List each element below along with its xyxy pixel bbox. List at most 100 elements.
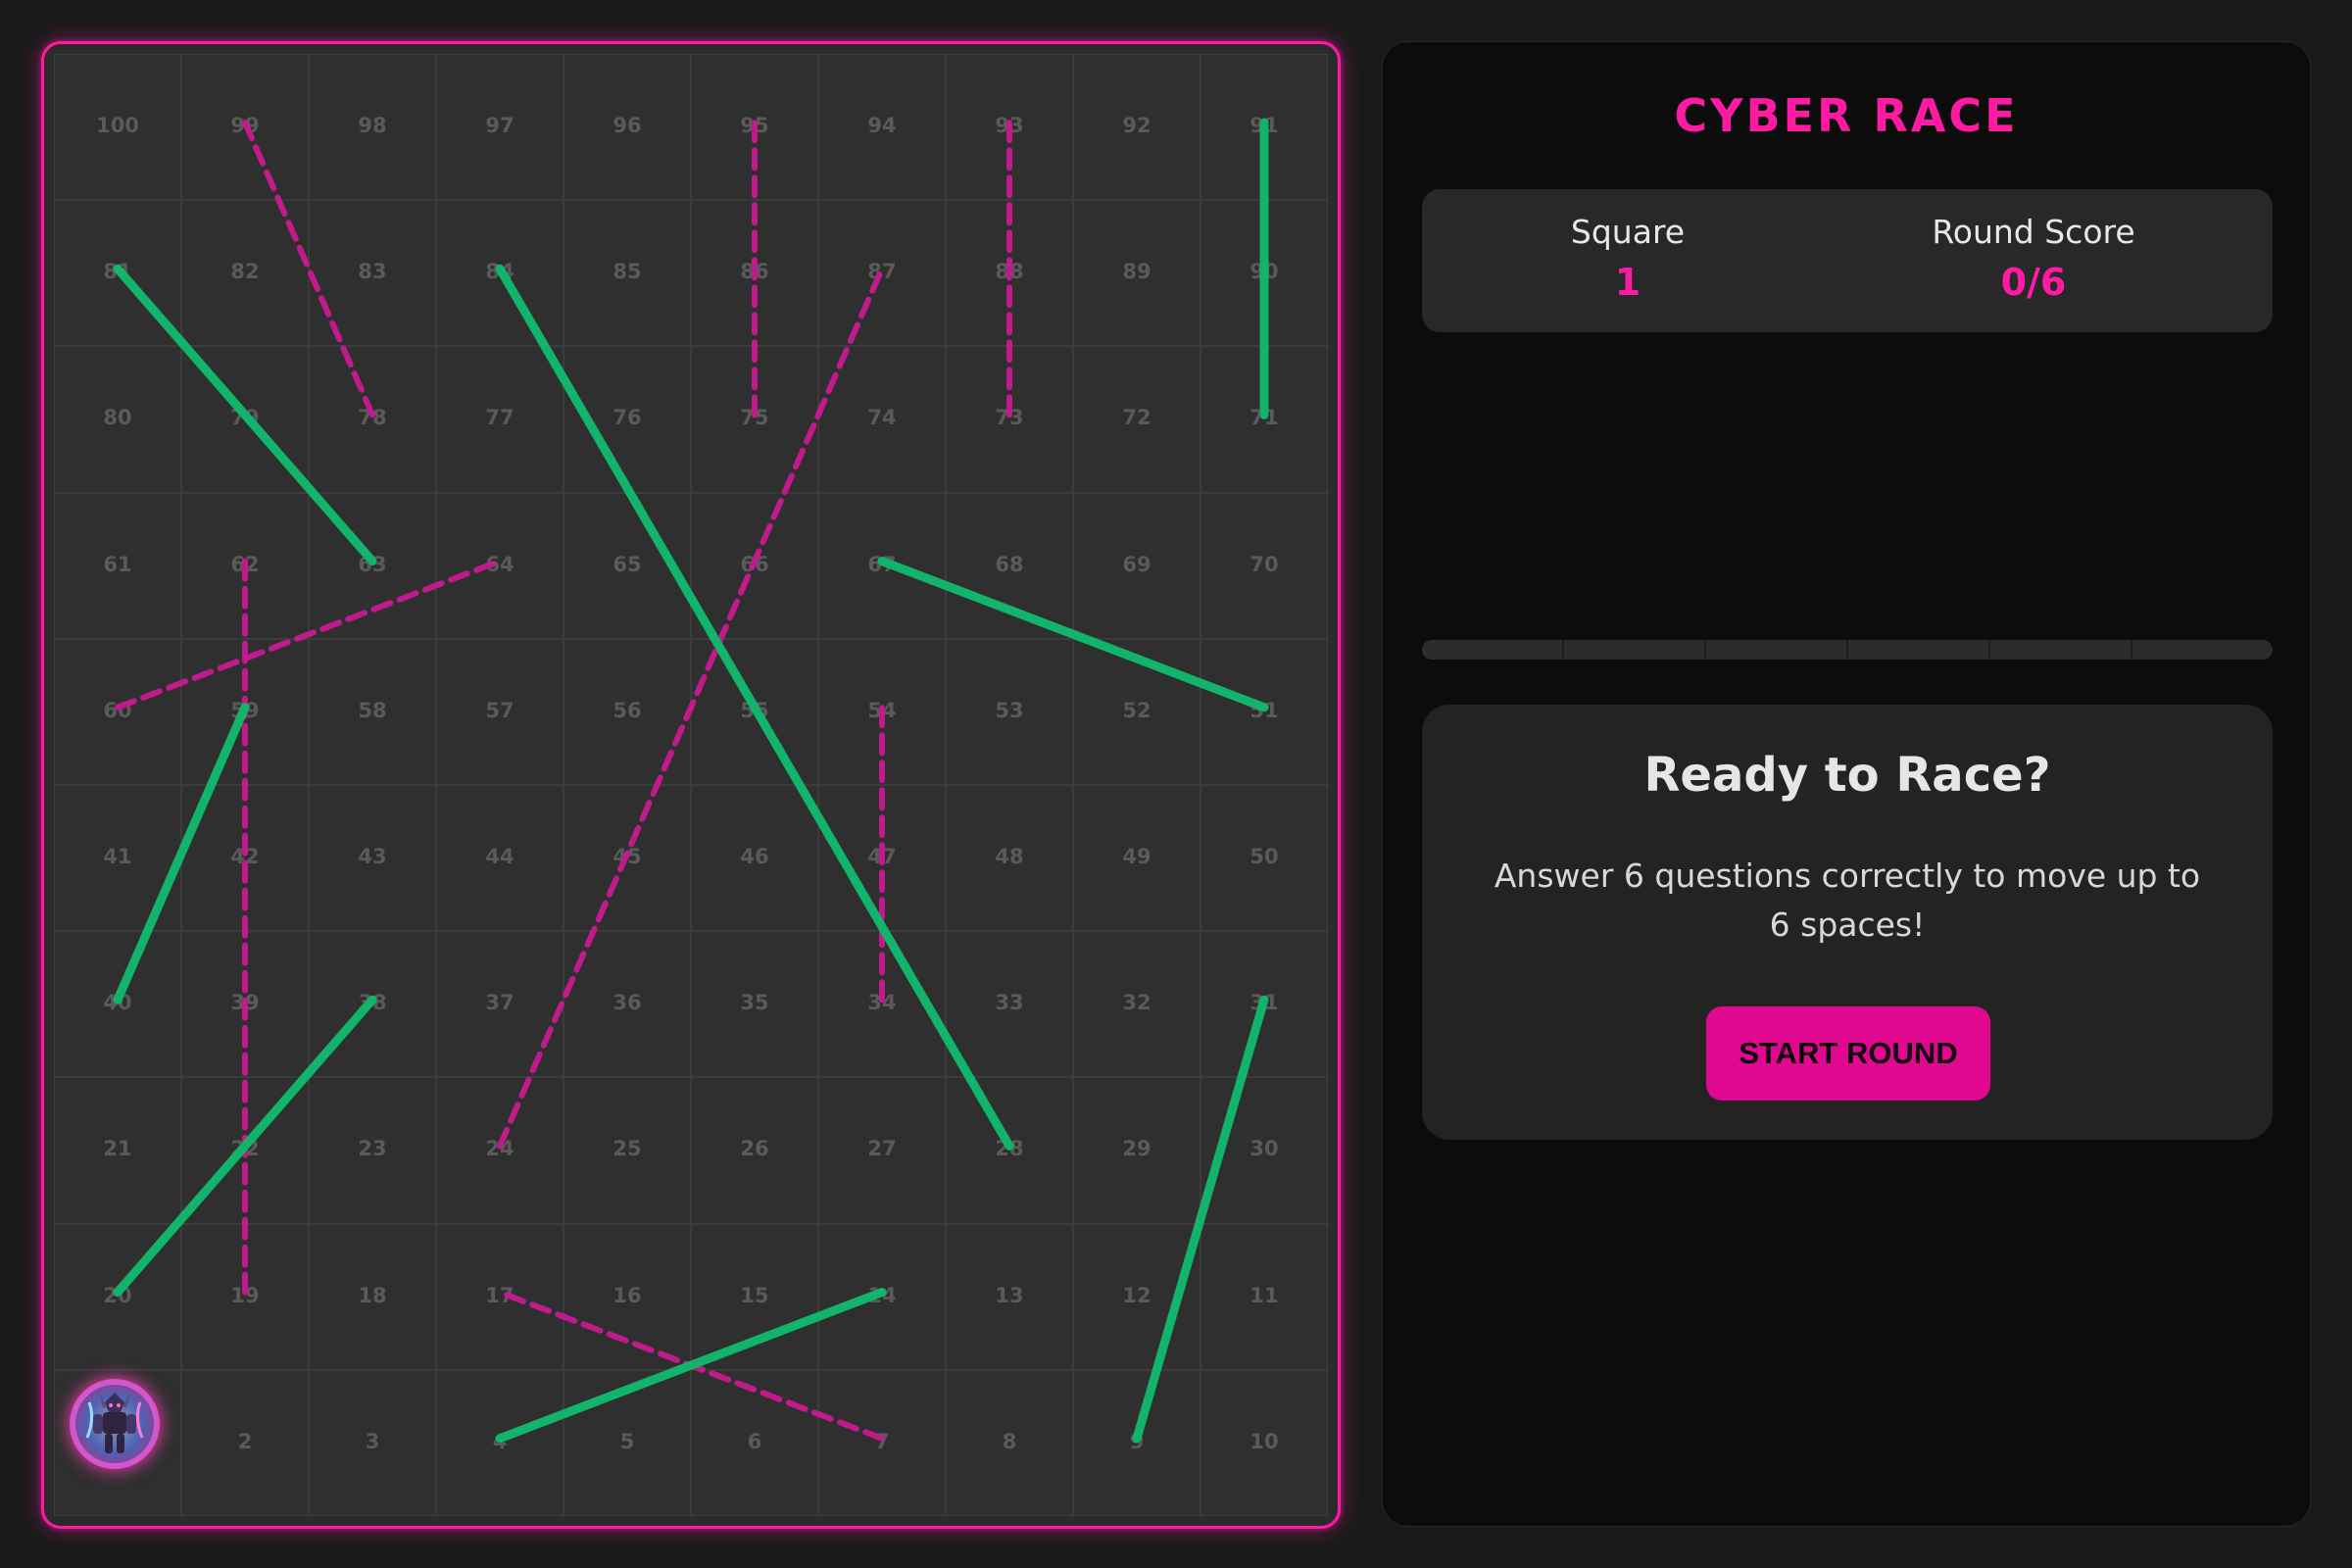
square-number: 59 [230, 698, 260, 722]
board-square-82: 82 [181, 200, 309, 347]
square-number: 35 [740, 991, 769, 1015]
square-number: 49 [1122, 844, 1152, 868]
square-number: 17 [485, 1283, 514, 1307]
game-screen: 100 99 98 97 96 95 94 93 92 91 81 82 83 84 85 86 87 88 89 9… [0, 0, 2352, 1568]
square-number: 82 [230, 260, 260, 284]
board-square-26: 26 [691, 1077, 818, 1224]
board-square-60: 60 [54, 638, 181, 785]
board-square-28: 28 [946, 1077, 1073, 1224]
board-square-15: 15 [691, 1223, 818, 1370]
square-number: 22 [230, 1137, 260, 1161]
square-number: 93 [995, 114, 1024, 137]
square-number: 55 [740, 698, 769, 722]
progress-segment [1990, 640, 2132, 660]
board-square-21: 21 [54, 1077, 181, 1224]
board-square-9: 9 [1073, 1369, 1200, 1516]
square-number: 28 [995, 1137, 1024, 1161]
square-number: 53 [995, 698, 1024, 722]
square-number: 64 [485, 552, 514, 576]
board-square-63: 63 [309, 492, 436, 639]
board-square-35: 35 [691, 931, 818, 1078]
square-number: 97 [485, 114, 514, 137]
square-number: 78 [358, 406, 387, 430]
game-title: CYBER RACE [1674, 89, 2019, 142]
square-number: 29 [1122, 1137, 1152, 1161]
board-square-70: 70 [1200, 492, 1328, 639]
ready-title: Ready to Race? [1643, 748, 2051, 803]
square-number: 7 [874, 1429, 890, 1453]
square-number: 32 [1122, 991, 1152, 1015]
board-square-31: 31 [1200, 931, 1328, 1078]
board-square-67: 67 [818, 492, 946, 639]
board-square-30: 30 [1200, 1077, 1328, 1224]
board-square-71: 71 [1200, 346, 1328, 493]
board-square-19: 19 [181, 1223, 309, 1370]
board-square-43: 43 [309, 784, 436, 932]
square-number: 25 [612, 1137, 642, 1161]
square-number: 70 [1250, 552, 1279, 576]
board-square-37: 37 [436, 931, 564, 1078]
board-square-88: 88 [946, 200, 1073, 347]
board-square-75: 75 [691, 346, 818, 493]
square-number: 34 [867, 991, 897, 1015]
game-board: 100 99 98 97 96 95 94 93 92 91 81 82 83 84 85 86 87 88 89 9… [41, 41, 1341, 1529]
square-number: 98 [358, 114, 387, 137]
square-number: 60 [103, 698, 132, 722]
board-square-5: 5 [564, 1369, 691, 1516]
square-number: 87 [867, 260, 897, 284]
board-square-62: 62 [181, 492, 309, 639]
square-number: 99 [230, 114, 260, 137]
board-square-58: 58 [309, 638, 436, 785]
board-square-78: 78 [309, 346, 436, 493]
board-square-69: 69 [1073, 492, 1200, 639]
board-square-22: 22 [181, 1077, 309, 1224]
board-square-89: 89 [1073, 200, 1200, 347]
board-square-25: 25 [564, 1077, 691, 1224]
board-square-40: 40 [54, 931, 181, 1078]
board-square-36: 36 [564, 931, 691, 1078]
start-round-button[interactable]: START ROUND [1706, 1006, 1990, 1101]
square-number: 11 [1250, 1283, 1279, 1307]
square-number: 69 [1122, 552, 1152, 576]
square-number: 95 [740, 114, 769, 137]
board-square-18: 18 [309, 1223, 436, 1370]
board-square-27: 27 [818, 1077, 946, 1224]
square-label: Square [1570, 213, 1686, 251]
square-number: 8 [1002, 1429, 1017, 1453]
board-square-20: 20 [54, 1223, 181, 1370]
board-square-87: 87 [818, 200, 946, 347]
board-square-17: 17 [436, 1223, 564, 1370]
board-square-44: 44 [436, 784, 564, 932]
progress-segment [1848, 640, 1990, 660]
square-number: 15 [740, 1283, 769, 1307]
square-number: 89 [1122, 260, 1152, 284]
board-square-45: 45 [564, 784, 691, 932]
board-square-33: 33 [946, 931, 1073, 1078]
board-square-92: 92 [1073, 54, 1200, 201]
round-progress-bar [1422, 640, 2273, 660]
square-number: 94 [867, 114, 897, 137]
board-square-56: 56 [564, 638, 691, 785]
board-square-83: 83 [309, 200, 436, 347]
square-number: 19 [230, 1283, 260, 1307]
square-number: 71 [1250, 406, 1279, 430]
square-number: 56 [612, 698, 642, 722]
square-number: 26 [740, 1137, 769, 1161]
square-number: 62 [230, 552, 260, 576]
board-square-76: 76 [564, 346, 691, 493]
square-number: 9 [1129, 1429, 1145, 1453]
board-square-84: 84 [436, 200, 564, 347]
square-number: 30 [1250, 1137, 1279, 1161]
square-number: 80 [103, 406, 132, 430]
board-square-86: 86 [691, 200, 818, 347]
board-square-42: 42 [181, 784, 309, 932]
square-number: 57 [485, 698, 514, 722]
square-number: 13 [995, 1283, 1024, 1307]
board-square-61: 61 [54, 492, 181, 639]
board-square-99: 99 [181, 54, 309, 201]
round-score-stat: Round Score 0/6 [1886, 213, 2180, 304]
square-number: 47 [867, 844, 897, 868]
square-number: 51 [1250, 698, 1279, 722]
square-number: 37 [485, 991, 514, 1015]
board-square-14: 14 [818, 1223, 946, 1370]
